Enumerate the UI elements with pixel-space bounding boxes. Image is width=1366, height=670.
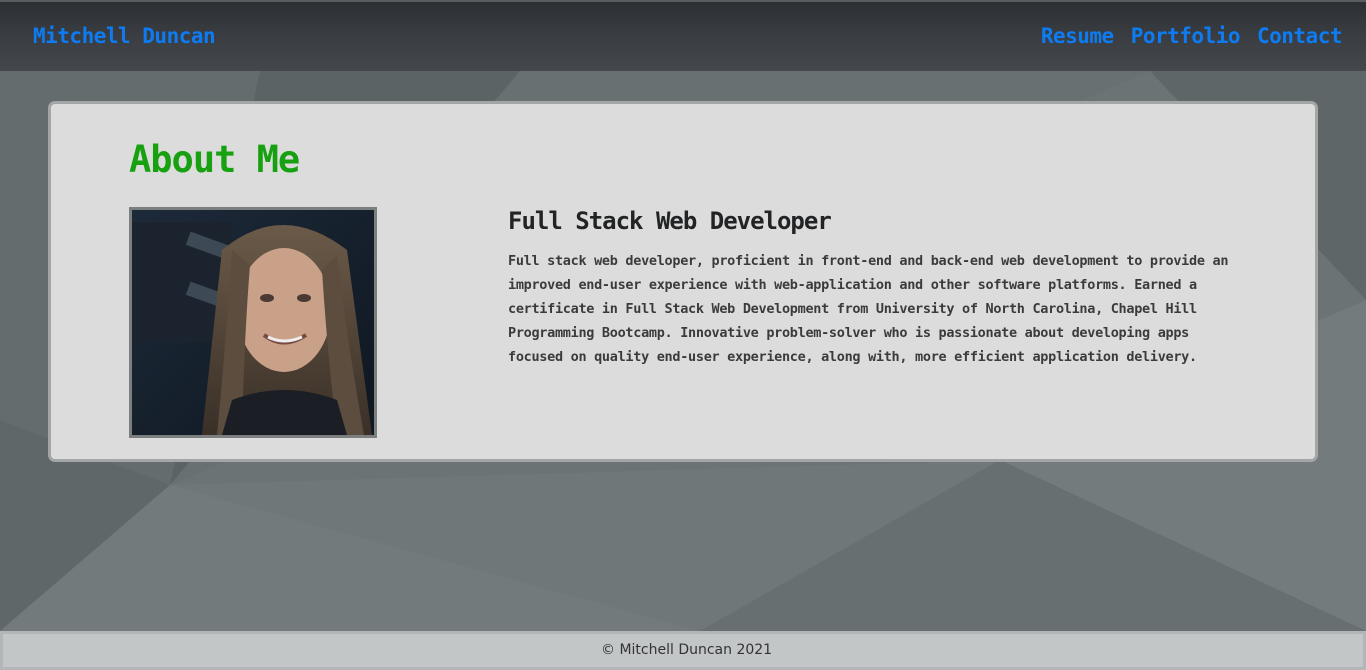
section-title: About Me — [129, 138, 300, 181]
top-navbar: Mitchell Duncan Resume Portfolio Contact — [0, 0, 1366, 71]
profile-photo — [129, 207, 377, 438]
copyright-text: © Mitchell Duncan 2021 — [601, 642, 773, 658]
role-title: Full Stack Web Developer — [508, 207, 832, 235]
brand-link[interactable]: Mitchell Duncan — [33, 24, 216, 48]
about-card: About Me Full Stack Web Developer Full s… — [48, 101, 1318, 462]
nav-link-portfolio[interactable]: Portfolio — [1131, 24, 1241, 48]
nav-link-resume[interactable]: Resume — [1041, 24, 1114, 48]
page-footer: © Mitchell Duncan 2021 — [0, 631, 1366, 670]
nav-links: Resume Portfolio Contact — [1041, 24, 1343, 48]
bio-paragraph: Full stack web developer, proficient in … — [508, 253, 1229, 365]
nav-link-contact[interactable]: Contact — [1257, 24, 1343, 48]
